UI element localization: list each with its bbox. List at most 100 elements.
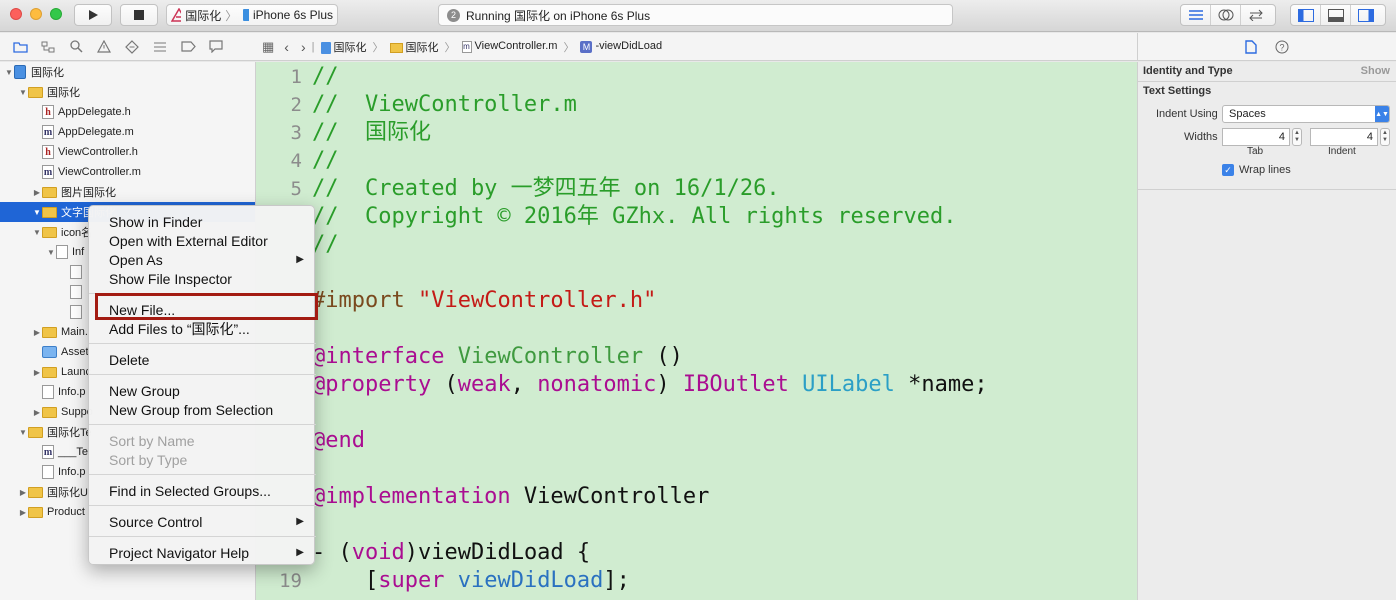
indent-width-field[interactable]: 4 [1310,128,1378,146]
line-number: 2 [290,94,302,116]
find-navigator-tab[interactable] [68,39,84,55]
assistant-editor-button[interactable] [1211,5,1241,25]
forward-button[interactable]: › [301,39,306,55]
quick-help-icon[interactable]: ? [1275,40,1289,54]
report-navigator-tab[interactable] [208,39,224,55]
tree-row[interactable]: m ViewController.m [0,162,255,182]
toolbar: 国际化 〉 iPhone 6s Plus 2 Running 国际化 on iP… [0,0,1396,32]
app-icon [171,8,182,22]
disclosure-closed-icon[interactable]: ▶ [18,488,28,497]
indent-using-select[interactable]: Spaces ▲▼ [1222,105,1390,123]
debug-navigator-tab[interactable] [152,39,168,55]
menu-item-label: Add Files to “国际化”... [109,320,250,337]
code-token: @interface [312,344,458,369]
breadcrumb-file[interactable]: m ViewController.m [461,40,557,53]
tree-row-label: Inf [72,246,85,258]
tree-row[interactable]: m AppDelegate.m [0,122,255,142]
code-token: [ [312,568,379,593]
m-file-icon: m [42,445,54,459]
code-token: // Created by 一梦四五年 on 16/1/26. [312,176,780,201]
right-panel-icon [1358,8,1374,22]
window-close-button[interactable] [10,8,22,20]
breadcrumb-group[interactable]: 国际化 [389,39,439,55]
menu-item[interactable]: Project Navigator Help ▶ [89,543,316,562]
menu-item[interactable]: Source Control ▶ [89,512,316,531]
window-minimize-button[interactable] [30,8,42,20]
m-file-icon: m [42,125,54,139]
menu-item[interactable]: Open with External Editor [89,231,316,250]
standard-editor-button[interactable] [1181,5,1211,25]
indent-caption: Indent [1328,146,1356,157]
tree-row[interactable]: h AppDelegate.h [0,102,255,122]
tab-width-stepper[interactable]: ▲ ▼ [1292,128,1302,146]
indent-width-value: 4 [1366,131,1373,143]
related-items-icon[interactable]: ▦ [262,39,274,55]
window-zoom-button[interactable] [50,8,62,20]
menu-item-label: Open As [109,251,163,268]
editor-mode-segmented-control [1180,4,1276,26]
wrap-lines-checkbox[interactable]: ✓ [1222,164,1234,176]
toggle-debug-area-button[interactable] [1321,5,1351,25]
simulator-icon [243,9,249,21]
menu-item[interactable]: Delete [89,350,316,369]
menu-item-label: New Group from Selection [109,401,274,418]
code-token: @end [312,428,365,453]
version-editor-button[interactable] [1241,5,1271,25]
line-number: 19 [279,570,302,592]
menu-item[interactable]: New Group from Selection [89,400,316,419]
toggle-utilities-button[interactable] [1351,5,1381,25]
line-number: 5 [290,178,302,200]
breakpoint-navigator-tab[interactable] [180,39,196,55]
show-toggle-link[interactable]: Show [1361,65,1390,77]
tree-row[interactable]: ▼ 国际化 [0,82,255,102]
indent-width-stepper[interactable]: ▲ ▼ [1380,128,1390,146]
menu-separator [89,343,316,344]
tree-row[interactable]: ▼ 国际化 [0,62,255,82]
code-line: // Copyright © 2016年 GZhx. All rights re… [312,203,957,231]
disclosure-open-icon[interactable]: ▼ [4,68,14,77]
symbol-navigator-tab[interactable] [40,39,56,55]
disclosure-open-icon[interactable]: ▼ [18,88,28,97]
folder-icon [42,206,57,218]
folder-icon [42,366,57,378]
project-navigator-tab[interactable] [12,39,28,55]
menu-item[interactable]: New Group [89,381,316,400]
run-button[interactable] [74,4,112,26]
tree-row-label: 国际化 [31,67,64,79]
source-editor[interactable]: 1 2 3 4 5 19 // // ViewController.m // 国际化 // // … [256,62,1137,600]
tree-row-label: 国际化 [47,87,80,99]
tree-row[interactable]: h ViewController.h [0,142,255,162]
tree-row[interactable]: ▶ 图片国际化 [0,182,255,202]
disclosure-closed-icon[interactable]: ▶ [32,408,42,417]
disclosure-closed-icon[interactable]: ▶ [32,368,42,377]
disclosure-open-icon[interactable]: ▼ [32,208,42,217]
disclosure-closed-icon[interactable]: ▶ [18,508,28,517]
menu-item[interactable]: Find in Selected Groups... [89,481,316,500]
breadcrumb-project[interactable]: 国际化 [320,39,367,55]
disclosure-closed-icon[interactable]: ▶ [32,188,42,197]
toggle-navigator-button[interactable] [1291,5,1321,25]
tab-width-field[interactable]: 4 [1222,128,1290,146]
disclosure-open-icon[interactable]: ▼ [46,248,56,257]
file-icon [70,265,82,279]
menu-item[interactable]: Add Files to “国际化”... [89,319,316,338]
menu-item[interactable]: Show in Finder [89,212,316,231]
breadcrumb-method[interactable]: M -viewDidLoad [580,40,662,53]
disclosure-open-icon[interactable]: ▼ [32,228,42,237]
disclosure-closed-icon[interactable]: ▶ [32,328,42,337]
back-button[interactable]: ‹ [284,39,289,55]
menu-item[interactable]: Open As ▶ [89,250,316,269]
folder-icon [42,186,57,198]
file-inspector-icon[interactable] [1245,40,1257,54]
chevron-right-icon: 〉 [225,8,238,23]
code-token: // [312,148,339,173]
test-navigator-tab[interactable] [124,39,140,55]
issue-navigator-tab[interactable] [96,39,112,55]
tree-row-label: AppDelegate.h [58,106,131,118]
jump-bar: ▦ ‹ › | 国际化 〉 国际化 〉 m ViewController.m 〉 … [256,33,1137,61]
disclosure-open-icon[interactable]: ▼ [18,428,28,437]
stop-button[interactable] [120,4,158,26]
menu-item[interactable]: Show File Inspector [89,269,316,288]
menu-separator [89,474,316,475]
scheme-selector[interactable]: 国际化 〉 iPhone 6s Plus [166,4,338,26]
